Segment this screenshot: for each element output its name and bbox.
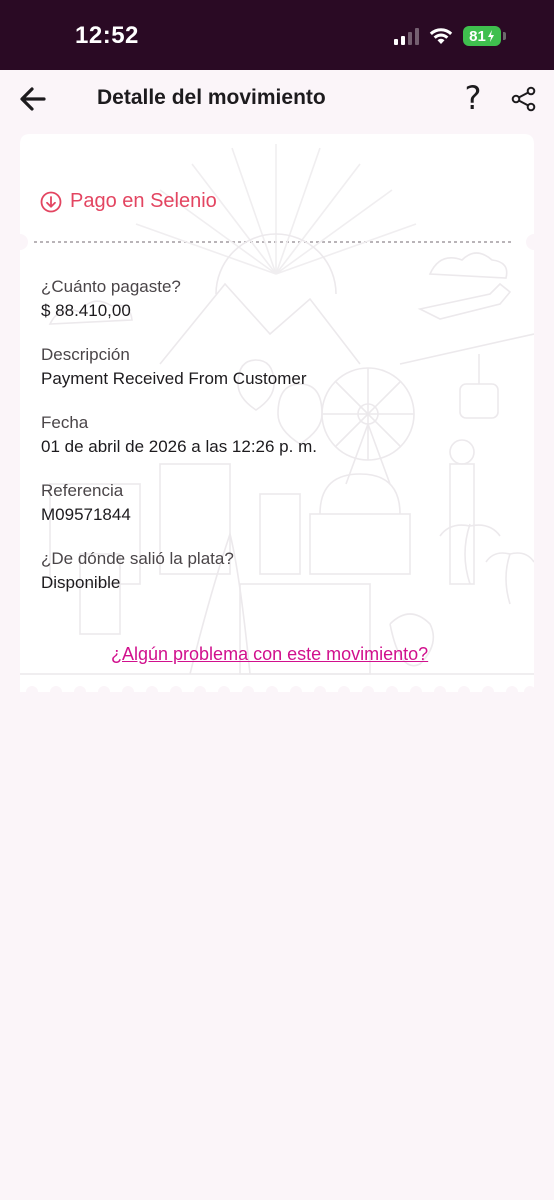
status-time: 12:52 xyxy=(75,22,139,49)
field-date: Fecha 01 de abril de 2026 a las 12:26 p.… xyxy=(41,412,317,458)
field-value: Disponible xyxy=(41,573,121,592)
field-label: ¿De dónde salió la plata? xyxy=(41,549,234,568)
signal-icon xyxy=(394,27,419,45)
field-description: Descripción Payment Received From Custom… xyxy=(41,344,306,390)
field-label: Referencia xyxy=(41,481,124,500)
field-value: 01 de abril de 2026 a las 12:26 p. m. xyxy=(41,437,317,456)
help-icon[interactable]: ? xyxy=(461,80,485,116)
movement-ticket-card: Pago en Selenio ¿Cuánto pagaste? $ 88.41… xyxy=(20,134,534,692)
field-amount: ¿Cuánto pagaste? $ 88.410,00 xyxy=(41,276,181,322)
field-label: Fecha xyxy=(41,413,89,432)
field-value: $ 88.410,00 xyxy=(41,301,131,320)
movement-type-label: Pago en Selenio xyxy=(70,190,217,212)
field-label: Descripción xyxy=(41,345,130,364)
field-source: ¿De dónde salió la plata? Disponible xyxy=(41,548,234,594)
field-value: M09571844 xyxy=(41,505,131,524)
status-indicators: 81 xyxy=(394,26,506,46)
share-icon[interactable] xyxy=(510,85,538,113)
status-bar: 12:52 81 xyxy=(0,0,554,70)
wifi-icon xyxy=(429,28,453,44)
app-bar: Detalle del movimiento ? xyxy=(0,70,554,128)
battery-level: 81 xyxy=(469,27,486,45)
page-title: Detalle del movimiento xyxy=(97,86,326,109)
report-problem-link[interactable]: ¿Algún problema con este movimiento? xyxy=(111,644,428,665)
battery-icon: 81 xyxy=(463,26,506,46)
arrow-down-circle-icon xyxy=(40,191,62,212)
field-value: Payment Received From Customer xyxy=(41,369,307,388)
back-arrow-icon[interactable] xyxy=(16,82,50,116)
movement-type-row: Pago en Selenio xyxy=(40,190,217,213)
field-reference: Referencia M09571844 xyxy=(41,480,131,526)
field-label: ¿Cuánto pagaste? xyxy=(41,277,181,296)
